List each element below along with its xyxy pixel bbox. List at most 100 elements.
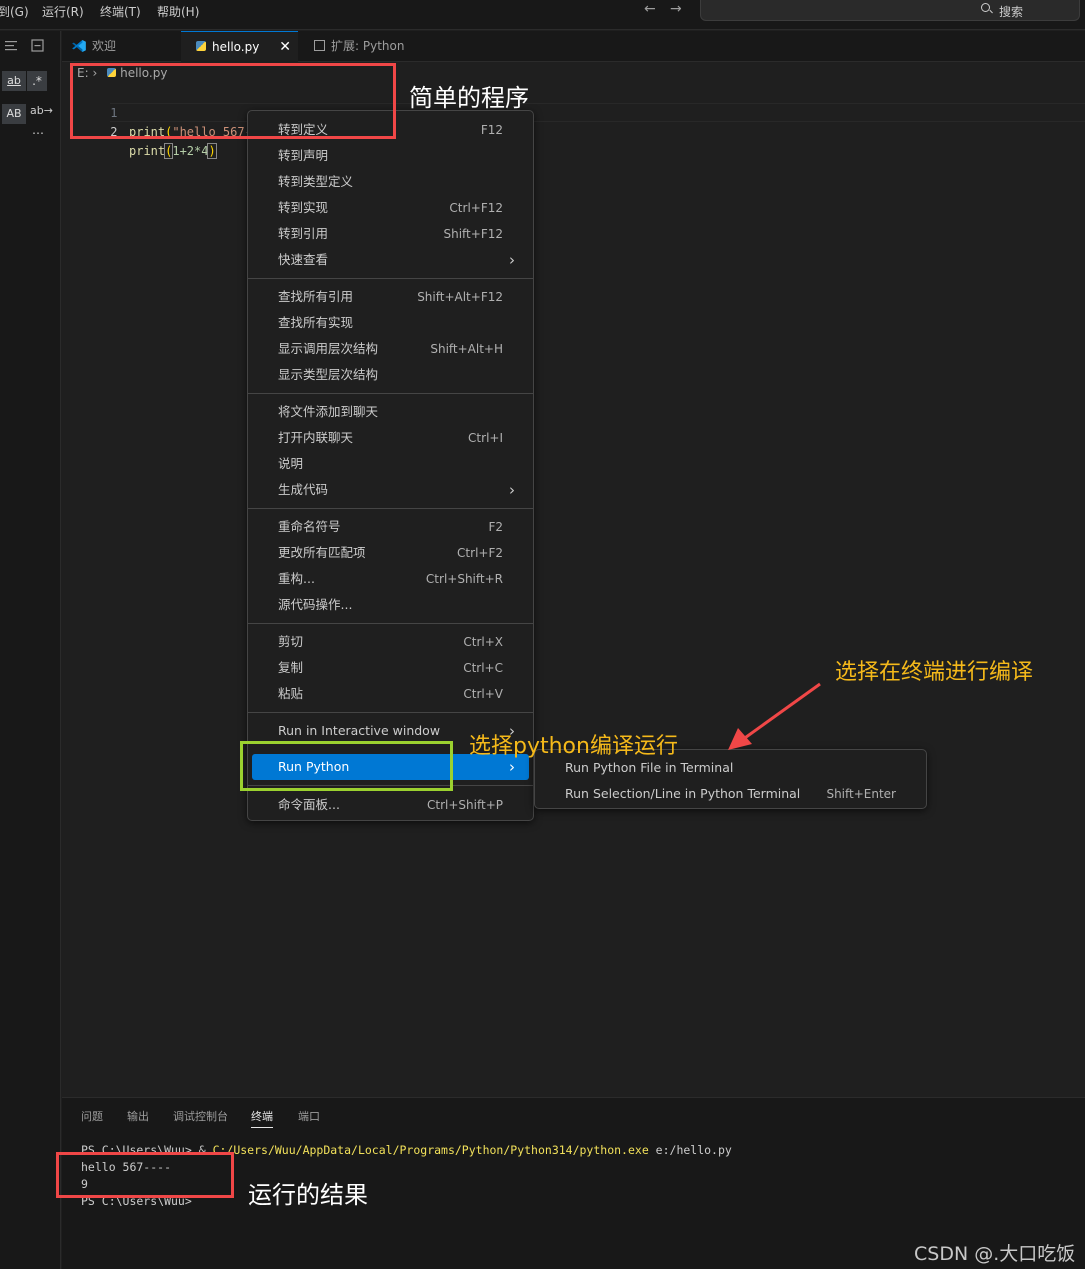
tab-hello-py-label: hello.py <box>212 40 260 54</box>
menu-item-find-all-references[interactable]: 查找所有引用 Shift+Alt+F12 <box>252 284 529 310</box>
menu-item-run-selection-in-terminal[interactable]: Run Selection/Line in Python Terminal Shi… <box>539 781 922 807</box>
annotation-arrow-icon <box>728 682 821 750</box>
menu-item-label: 复制 <box>278 660 304 675</box>
menu-item-shortcut: Ctrl+C <box>463 661 503 675</box>
menu-item-source-action[interactable]: 源代码操作... <box>252 592 529 618</box>
annotation-run-result: 运行的结果 <box>248 1181 368 1209</box>
menu-item-label: 转到声明 <box>278 148 329 163</box>
menu-separator <box>248 623 533 624</box>
menu-item-change-all-occurrences[interactable]: 更改所有匹配项 Ctrl+F2 <box>252 540 529 566</box>
annotation-box-result <box>56 1152 234 1198</box>
more-icon[interactable]: … <box>32 123 44 137</box>
menu-item-label: 查找所有引用 <box>278 289 354 304</box>
menu-item-explain[interactable]: 说明 <box>252 451 529 477</box>
collapse-icon[interactable] <box>31 39 45 53</box>
menu-item-label: 更改所有匹配项 <box>278 545 366 560</box>
watermark: CSDN @.大口吃饭 <box>914 1243 1076 1265</box>
menu-item-label: 源代码操作... <box>278 597 353 612</box>
menu-item-show-type-hierarchy[interactable]: 显示类型层次结构 <box>252 362 529 388</box>
tab-debug-console[interactable]: 调试控制台 <box>173 1108 228 1124</box>
menu-separator <box>248 508 533 509</box>
menu-item-open-inline-chat[interactable]: 打开内联聊天 Ctrl+I <box>252 425 529 451</box>
regex-toggle[interactable]: .* <box>27 71 47 91</box>
annotation-box-run-python <box>240 741 453 791</box>
menu-item-shortcut: Ctrl+I <box>468 431 503 445</box>
menu-item-label: Run Selection/Line in Python Terminal <box>565 786 801 801</box>
match-whole-word-toggle[interactable]: ab <box>2 71 26 91</box>
python-file-icon <box>196 41 206 51</box>
editor-tab-bar: 欢迎 hello.py ✕ 扩展: Python <box>62 31 1085 62</box>
forward-arrow-icon[interactable]: → <box>670 1 682 17</box>
menu-run[interactable]: 运行(R) <box>42 3 84 20</box>
menu-item-go-to-implementation[interactable]: 转到实现 Ctrl+F12 <box>252 195 529 221</box>
menu-item-shortcut: Ctrl+F2 <box>457 546 503 560</box>
menu-item-go-to-references[interactable]: 转到引用 Shift+F12 <box>252 221 529 247</box>
match-case-toggle[interactable]: AB <box>2 104 26 124</box>
side-bar: ab .* AB ab→ … <box>0 31 61 1269</box>
menu-item-label: 粘贴 <box>278 686 304 701</box>
menu-separator <box>248 712 533 713</box>
menu-item-go-to-type-definition[interactable]: 转到类型定义 <box>252 169 529 195</box>
menu-item-shortcut: F2 <box>488 520 503 534</box>
menu-item-label: 说明 <box>278 456 304 471</box>
menu-item-shortcut: Ctrl+Shift+R <box>425 572 503 586</box>
menu-item-cut[interactable]: 剪切 Ctrl+X <box>252 629 529 655</box>
replace-all-icon[interactable]: ab→ <box>30 104 53 117</box>
tab-terminal[interactable]: 终端 <box>251 1108 273 1128</box>
menu-terminal[interactable]: 终端(T) <box>100 3 141 20</box>
editor-context-menu: 转到定义 F12 转到声明 转到类型定义 转到实现 Ctrl+F12 转到引用 Shi… <box>247 110 534 821</box>
menu-item-go-to-declaration[interactable]: 转到声明 <box>252 143 529 169</box>
menu-help[interactable]: 帮助(H) <box>157 3 199 20</box>
menu-separator <box>248 278 533 279</box>
menu-item-label: 转到引用 <box>278 226 329 241</box>
menu-item-label: 剪切 <box>278 634 304 649</box>
menu-item-paste[interactable]: 粘贴 Ctrl+V <box>252 681 529 707</box>
menu-item-shortcut: Ctrl+F12 <box>449 201 503 215</box>
menu-item-copy[interactable]: 复制 Ctrl+C <box>252 655 529 681</box>
menu-item-label: 转到类型定义 <box>278 174 354 189</box>
list-icon[interactable] <box>5 40 19 52</box>
code-function: print <box>129 144 166 158</box>
chevron-right-icon: › <box>509 481 515 499</box>
tab-welcome[interactable]: 欢迎 <box>62 31 180 62</box>
menu-item-generate-code[interactable]: 生成代码 › <box>252 477 529 503</box>
menu-item-add-file-to-chat[interactable]: 将文件添加到聊天 <box>252 399 529 425</box>
back-arrow-icon[interactable]: ← <box>644 1 656 17</box>
menu-item-label: 查找所有实现 <box>278 315 354 330</box>
command-center-search[interactable]: 搜索 <box>700 0 1080 21</box>
menu-item-shortcut: Shift+Enter <box>826 787 896 801</box>
annotation-choose-terminal: 选择在终端进行编译 <box>835 660 1034 685</box>
tab-output[interactable]: 输出 <box>127 1108 149 1124</box>
menu-item-refactor[interactable]: 重构... Ctrl+Shift+R <box>252 566 529 592</box>
menu-item-shortcut: Ctrl+Shift+P <box>427 798 503 812</box>
menu-item-peek[interactable]: 快速查看 › <box>252 247 529 273</box>
menu-item-label: 打开内联聊天 <box>278 430 354 445</box>
menu-goto[interactable]: 到(G) <box>0 3 29 20</box>
menu-item-label: 重构... <box>278 571 315 586</box>
annotation-choose-python: 选择python编译运行 <box>469 734 678 759</box>
tab-hello-py[interactable]: hello.py ✕ <box>181 31 298 62</box>
vscode-logo-icon <box>72 40 86 52</box>
menu-item-label: 快速查看 <box>278 252 329 267</box>
tab-extension-python[interactable]: 扩展: Python <box>299 31 419 62</box>
menu-item-shortcut: Shift+F12 <box>443 227 503 241</box>
terminal-python-path: C:/Users/Wuu/AppData/Local/Programs/Pyth… <box>212 1143 649 1157</box>
title-bar: 到(G) 运行(R) 终端(T) 帮助(H) ← → 搜索 <box>0 0 1085 30</box>
code-expression: 1+2*4 <box>172 144 209 158</box>
menu-item-command-palette[interactable]: 命令面板... Ctrl+Shift+P <box>252 792 529 818</box>
menu-item-shortcut: Ctrl+V <box>463 687 503 701</box>
menu-item-find-all-implementations[interactable]: 查找所有实现 <box>252 310 529 336</box>
menu-item-label: 将文件添加到聊天 <box>278 404 379 419</box>
menu-item-rename-symbol[interactable]: 重命名符号 F2 <box>252 514 529 540</box>
tab-welcome-label: 欢迎 <box>92 39 117 53</box>
tab-ports[interactable]: 端口 <box>298 1108 320 1124</box>
extension-icon <box>314 40 325 51</box>
chevron-right-icon: › <box>509 251 515 269</box>
close-tab-icon[interactable]: ✕ <box>279 32 291 63</box>
menu-item-shortcut: Shift+Alt+F12 <box>417 290 503 304</box>
menu-separator <box>248 393 533 394</box>
menu-item-show-call-hierarchy[interactable]: 显示调用层次结构 Shift+Alt+H <box>252 336 529 362</box>
menu-item-label: 命令面板... <box>278 797 340 812</box>
tab-problems[interactable]: 问题 <box>81 1108 103 1124</box>
menu-item-shortcut: Shift+Alt+H <box>430 342 503 356</box>
